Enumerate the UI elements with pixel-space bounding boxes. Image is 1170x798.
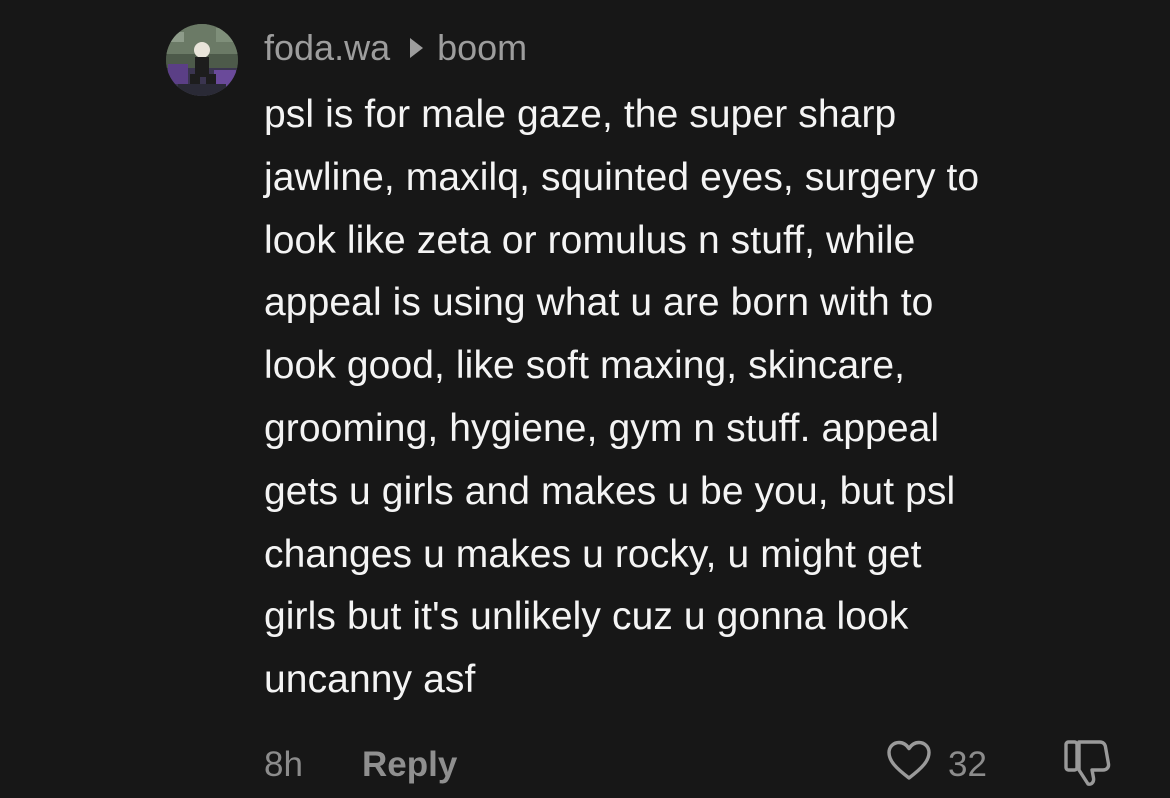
timestamp: 8h: [264, 745, 303, 784]
dislike-button[interactable]: [1062, 738, 1114, 793]
author-name[interactable]: foda.wa: [264, 27, 390, 69]
like-button[interactable]: 32: [886, 740, 987, 790]
comment: foda.wa boom psl is for male gaze, the s…: [0, 0, 1170, 798]
reply-button[interactable]: Reply: [362, 745, 457, 785]
comment-footer: 8h Reply: [264, 740, 457, 790]
user-avatar[interactable]: [166, 24, 238, 96]
comment-header: foda.wa boom: [264, 26, 527, 70]
reply-arrow-icon: [410, 38, 424, 58]
heart-icon: [886, 740, 932, 791]
like-count: 32: [948, 745, 987, 784]
reply-to-name[interactable]: boom: [437, 27, 527, 69]
thumbs-down-icon: [1062, 738, 1114, 793]
comment-text: psl is for male gaze, the super sharp ja…: [264, 93, 980, 702]
